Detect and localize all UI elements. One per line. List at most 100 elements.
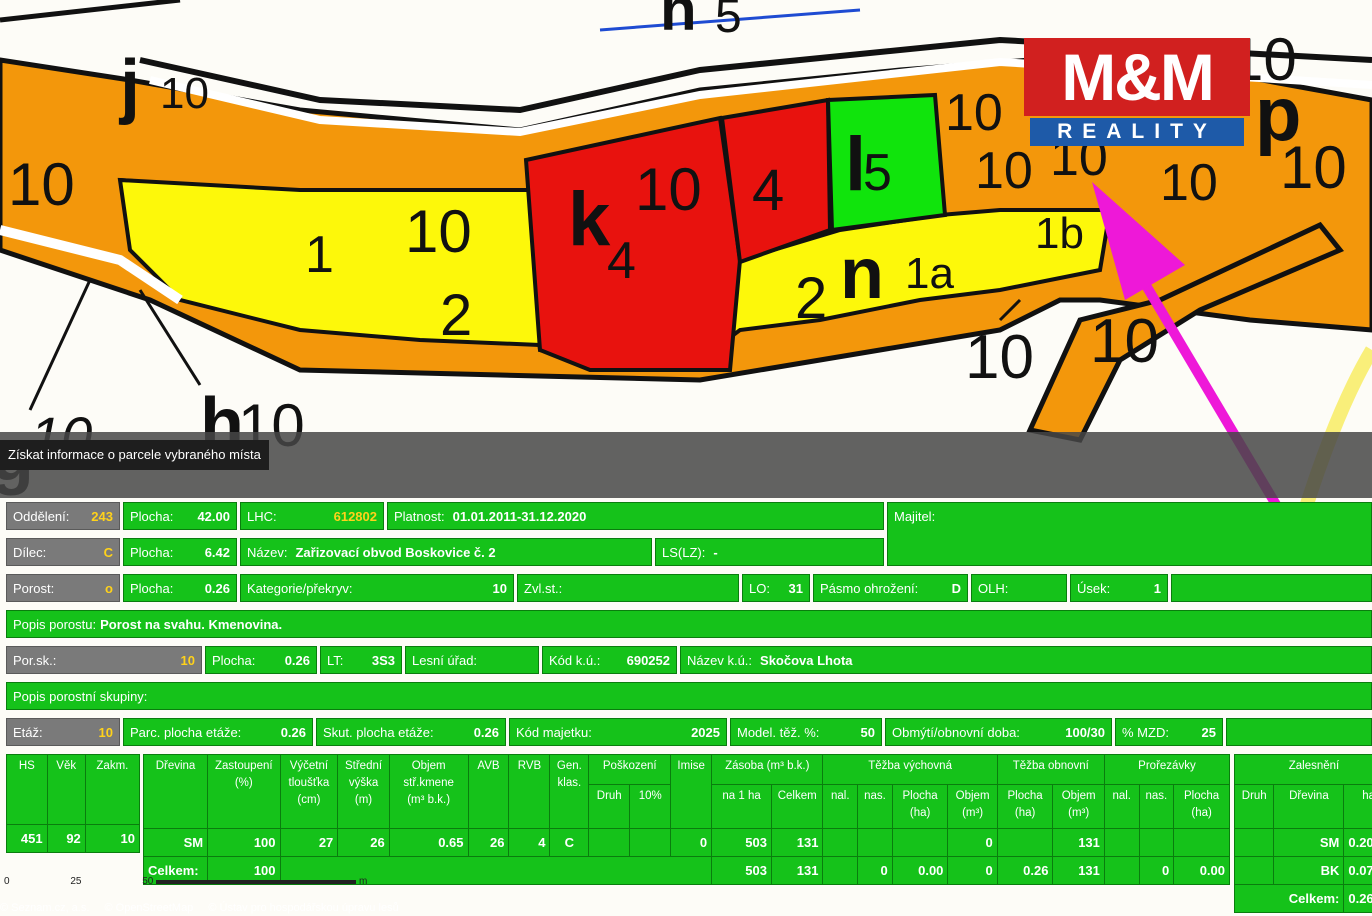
- zalesneni-table: Zalesnění Druh Dřevina ha SM 0.20 BK 0.0…: [1233, 754, 1372, 913]
- to-plocha-header: Plocha (ha): [996, 784, 1054, 829]
- logo-mm: M&M: [1024, 38, 1250, 116]
- total-to-plocha: 0.26: [996, 856, 1054, 885]
- objem-header: Objem stř.kmene (m³ b.k.): [388, 754, 469, 829]
- hs-value: 451: [6, 824, 48, 853]
- tv-objem-header: Objem (m³): [947, 784, 998, 829]
- pasmo-cell: Pásmo ohrožení: D: [813, 574, 968, 602]
- p10-header: 10%: [629, 784, 672, 829]
- map-label-1: 1: [305, 226, 334, 284]
- pr-nas-header: nas.: [1138, 784, 1175, 829]
- lt-cell: LT: 3S3: [320, 646, 402, 674]
- attribution-uhul: © Ústav pro hospodářskou úpravu lesů: [208, 902, 399, 914]
- plocha-porsk-cell: Plocha: 0.26: [205, 646, 317, 674]
- map-label-l-sub: 5: [863, 144, 892, 202]
- usek-cell: Úsek: 1: [1070, 574, 1168, 602]
- kod-majetku-cell: Kód majetku: 2025: [509, 718, 727, 746]
- tezba-vychovna-header: Těžba výchovná: [822, 754, 998, 785]
- total-tv-nas: 0: [857, 856, 893, 885]
- celkem-header: Celkem: [770, 784, 824, 829]
- map-label-n: n: [840, 234, 884, 314]
- cell-tv-nas: [857, 828, 893, 857]
- map-attribution: © Seznam.cz, a.s. © OpenStreetMap © Ústa…: [0, 902, 411, 914]
- map-label-10j: 10: [965, 323, 1034, 392]
- tv-nal-header: nal.: [822, 784, 859, 829]
- rvb-header: RVB: [508, 754, 551, 829]
- attribution-osm[interactable]: © OpenStreetMap: [104, 902, 193, 914]
- map-label-j-sub: 10: [160, 69, 209, 118]
- to-objem-header: Objem (m³): [1052, 784, 1105, 829]
- cell-vycetni: 27: [279, 828, 339, 857]
- etaz-cell: Etáž: 10: [6, 718, 120, 746]
- obmyti-cell: Obmýtí/obnovní doba: 100/30: [885, 718, 1112, 746]
- cell-p10: [629, 828, 672, 857]
- map-label-k-sub: 4: [607, 232, 636, 290]
- panel-title: Získat informace o parcele vybraného mís…: [0, 440, 269, 470]
- zalesneni-header: Zalesnění: [1234, 754, 1372, 785]
- total-tv-plocha: 0.00: [891, 856, 949, 885]
- plocha-porost-cell: Plocha: 0.26: [123, 574, 237, 602]
- na1ha-header: na 1 ha: [711, 784, 772, 829]
- scale-bar: [156, 880, 357, 884]
- tezba-obnovni-header: Těžba obnovní: [996, 754, 1105, 785]
- map-label-h-top: h: [660, 0, 697, 43]
- zal-druh-header: Druh: [1233, 784, 1275, 829]
- parc-plocha-cell: Parc. plocha etáže: 0.26: [123, 718, 313, 746]
- map-label-4: 4: [752, 158, 784, 223]
- cell-drevina: SM: [142, 828, 209, 857]
- zal-total-label: Celkem:: [1233, 884, 1345, 913]
- popis-skupiny-cell: Popis porostní skupiny:: [6, 682, 1372, 710]
- nazev-cell: Název: Zařizovací obvod Boskovice č. 2: [240, 538, 652, 566]
- tv-nas-header: nas.: [857, 784, 893, 829]
- map-label-k: k: [568, 177, 611, 262]
- cell-pr-plocha: [1173, 828, 1230, 857]
- table-row: SM 0.20: [1233, 828, 1372, 857]
- zvlst-cell: Zvl.st.:: [517, 574, 739, 602]
- zakm-value: 10: [84, 824, 141, 853]
- plocha-oddeleni-cell: Plocha: 42.00: [123, 502, 237, 530]
- nazev-ku-cell: Název k.ú.: Skočova Lhota: [680, 646, 1372, 674]
- row3-blank-cell: [1171, 574, 1372, 602]
- map-label-j: j: [118, 46, 140, 126]
- imise-header: Imise: [670, 754, 713, 829]
- majitel-cell: Majitel:: [887, 502, 1372, 566]
- map-label-1b: 1b: [1035, 209, 1084, 258]
- druh-header: Druh: [588, 784, 631, 829]
- attribution-seznam[interactable]: © Seznam.cz, a.s.: [0, 902, 89, 914]
- cell-celkem: 131: [770, 828, 824, 857]
- cell-tv-nal: [822, 828, 859, 857]
- zal-r1-ha: 0.20: [1343, 828, 1372, 857]
- zasoba-header: Zásoba (m³ b.k.): [711, 754, 824, 785]
- avb-header: AVB: [467, 754, 510, 829]
- scale-unit: m: [358, 876, 368, 887]
- map-label-5-top: 5: [715, 0, 742, 43]
- zal-total-value: 0.26: [1343, 884, 1372, 913]
- porost-cell: Porost: o: [6, 574, 120, 602]
- stredni-header: Střední výška (m): [337, 754, 390, 829]
- pr-nal-header: nal.: [1103, 784, 1140, 829]
- zal-drevina-header: Dřevina: [1273, 784, 1345, 829]
- cell-imise: 0: [670, 828, 713, 857]
- total-celkem: 131: [770, 856, 824, 885]
- map-label-1a: 1a: [905, 249, 954, 298]
- map-label-2b: 2: [795, 266, 827, 331]
- table-total-row: Celkem: 0.26: [1233, 884, 1372, 913]
- cell-tv-objem: 0: [947, 828, 998, 857]
- logo-reality: REALITY: [1030, 118, 1244, 146]
- zal-r2-ha: 0.07: [1343, 856, 1372, 885]
- model-tez-cell: Model. těž. %: 50: [730, 718, 882, 746]
- cell-rvb: 4: [508, 828, 551, 857]
- cell-tv-plocha: [891, 828, 949, 857]
- cell-na1ha: 503: [711, 828, 772, 857]
- olh-cell: OLH:: [971, 574, 1067, 602]
- gen-header: Gen. klas.: [549, 754, 590, 829]
- species-table: Dřevina Zastoupení (%) Výčetní tloušťka …: [142, 754, 1231, 885]
- lo-cell: LO: 31: [742, 574, 810, 602]
- total-pr-plocha: 0.00: [1173, 856, 1230, 885]
- kategorie-cell: Kategorie/překryv: 10: [240, 574, 514, 602]
- map-label-10g: 10: [1160, 154, 1218, 212]
- total-to-objem: 131: [1052, 856, 1105, 885]
- cell-pr-nal: [1103, 828, 1140, 857]
- zal-r2-drevina: BK: [1273, 856, 1345, 885]
- plocha-dilec-cell: Plocha: 6.42: [123, 538, 237, 566]
- cell-druh: [588, 828, 631, 857]
